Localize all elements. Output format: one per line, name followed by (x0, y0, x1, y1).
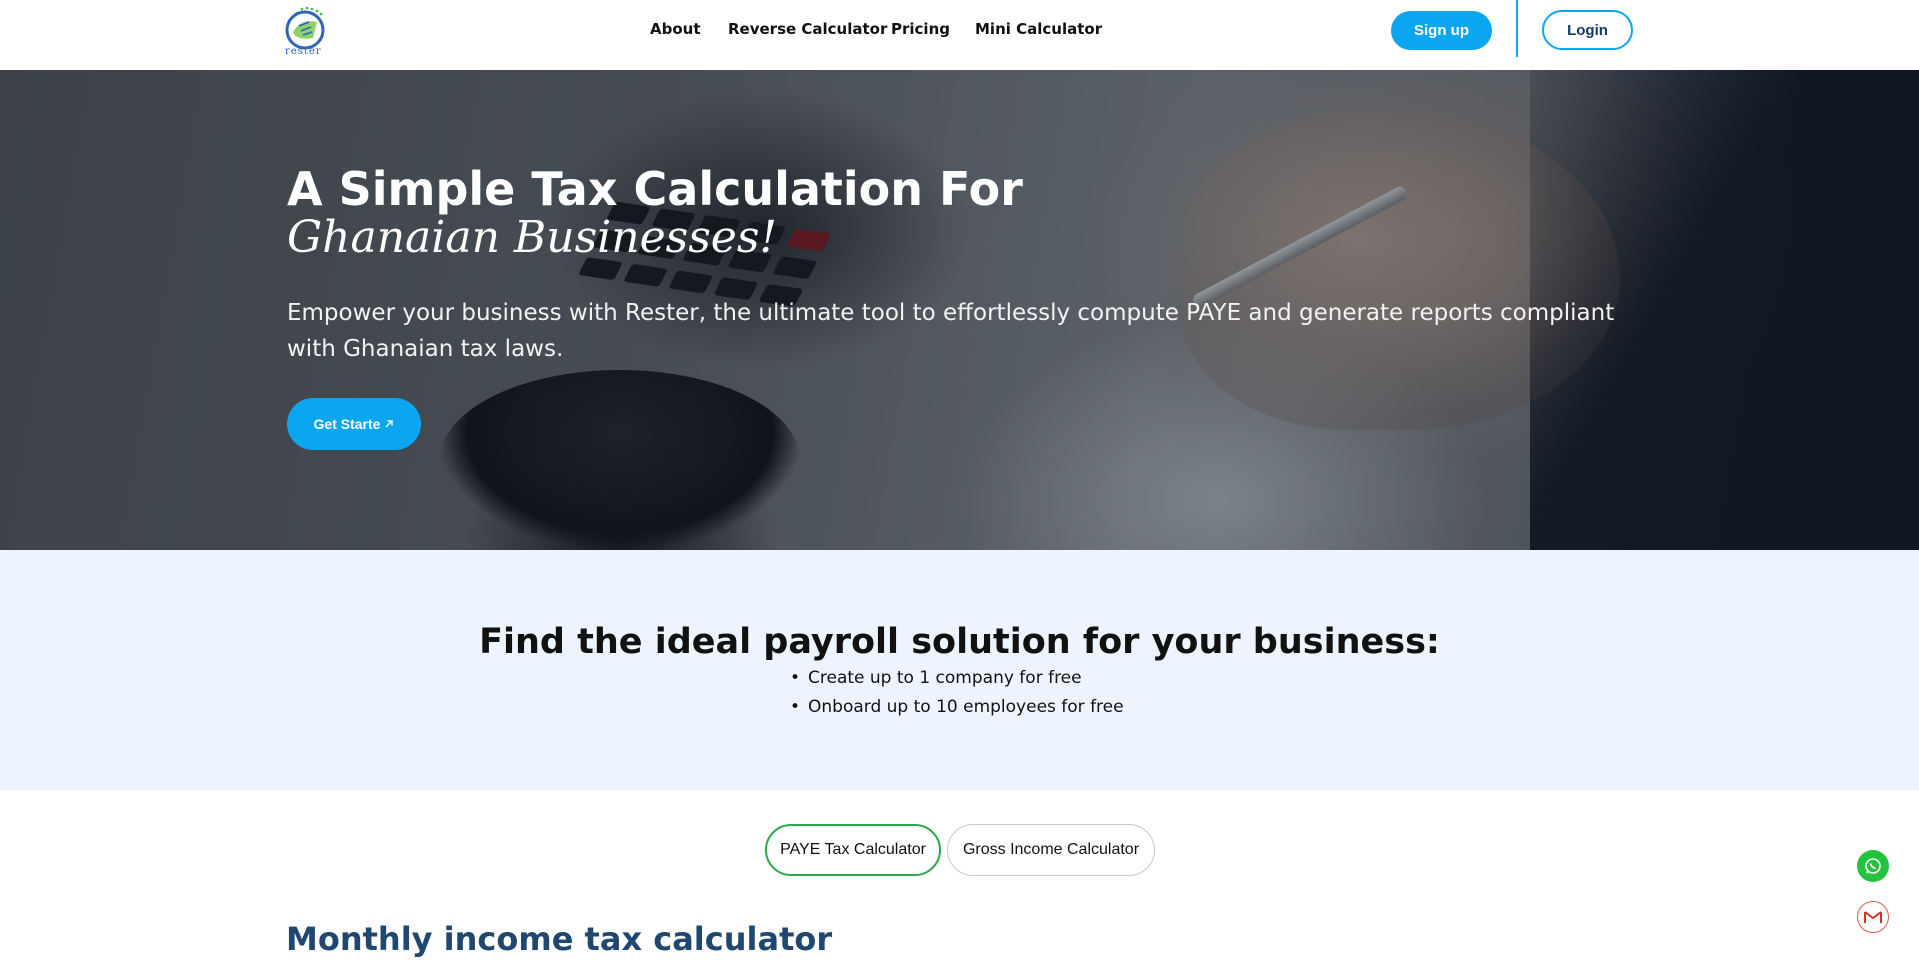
hero-section: A Simple Tax Calculation For Ghanaian Bu… (0, 70, 1919, 550)
plans-bullet-companies: Create up to 1 company for free (790, 664, 1124, 693)
hero-title: A Simple Tax Calculation For (287, 162, 1023, 216)
nav-about[interactable]: About (650, 20, 701, 38)
nav-mini-calculator[interactable]: Mini Calculator (975, 20, 1102, 38)
whatsapp-button[interactable] (1857, 850, 1889, 882)
header-divider (1516, 0, 1518, 57)
login-button[interactable]: Login (1542, 10, 1633, 50)
arrow-up-right-icon (385, 420, 394, 428)
calculator-tabs: PAYE Tax Calculator Gross Income Calcula… (765, 824, 1155, 876)
nav-pricing[interactable]: Pricing (891, 20, 950, 38)
plans-section: Find the ideal payroll solution for your… (0, 550, 1919, 790)
whatsapp-icon (1865, 858, 1881, 874)
tab-paye-tax-calculator[interactable]: PAYE Tax Calculator (765, 824, 941, 876)
hero-subtitle: Empower your business with Rester, the u… (287, 300, 1615, 362)
logo-icon (285, 6, 325, 50)
plans-bullet-employees: Onboard up to 10 employees for free (790, 693, 1124, 722)
calculator-heading: Monthly income tax calculator (286, 920, 833, 958)
logo-wordmark: rester (285, 46, 322, 57)
get-started-button[interactable]: Get Starte (287, 398, 421, 450)
plans-bullets: Create up to 1 company for free Onboard … (790, 664, 1124, 722)
nav-reverse-calculator[interactable]: Reverse Calculator (728, 20, 887, 38)
gmail-icon (1864, 911, 1882, 923)
plans-title: Find the ideal payroll solution for your… (479, 622, 1440, 662)
hero-script-title: Ghanaian Businesses! (287, 212, 778, 263)
gmail-button[interactable] (1857, 901, 1889, 933)
signup-button[interactable]: Sign up (1391, 11, 1492, 50)
tab-gross-income-calculator[interactable]: Gross Income Calculator (947, 824, 1155, 876)
site-header: rester About Reverse Calculator Pricing … (0, 0, 1919, 70)
get-started-label: Get Starte (313, 416, 381, 432)
